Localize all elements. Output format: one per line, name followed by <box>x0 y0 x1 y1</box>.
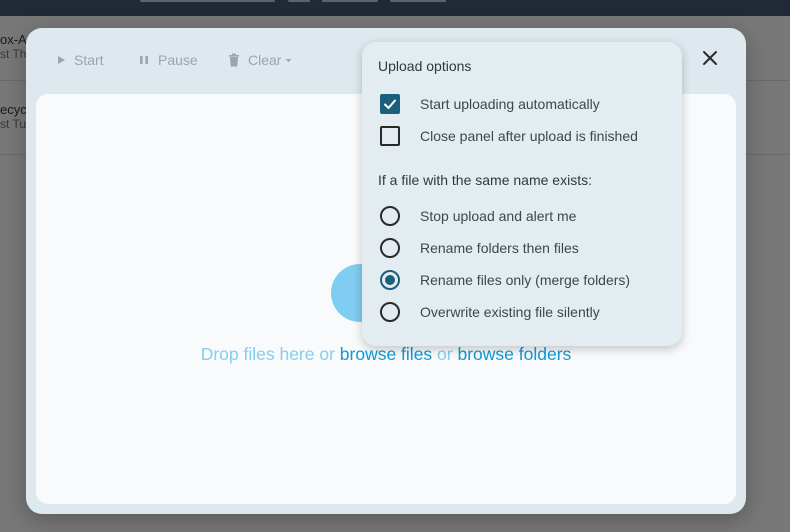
pause-button[interactable]: Pause <box>138 50 198 70</box>
trash-icon <box>228 53 240 67</box>
close-dialog-button[interactable] <box>700 50 720 70</box>
close-panel-label: Close panel after upload is finished <box>420 128 638 144</box>
rename-files-label: Rename files only (merge folders) <box>420 272 631 288</box>
drop-prefix: Drop files here or <box>200 344 340 364</box>
overwrite-option[interactable]: Overwrite existing file silently <box>380 302 600 322</box>
topbar-tab <box>140 0 275 2</box>
conflict-heading: If a file with the same name exists: <box>378 172 592 188</box>
close-panel-option[interactable]: Close panel after upload is finished <box>380 126 638 146</box>
options-title: Upload options <box>378 58 472 74</box>
topbar-tab <box>322 0 378 2</box>
start-button[interactable]: Start <box>56 50 104 70</box>
start-label: Start <box>74 52 104 68</box>
app-topbar <box>0 0 790 16</box>
browse-folders-link[interactable]: browse folders <box>457 344 571 364</box>
topbar-tab <box>288 0 310 2</box>
stop-upload-option[interactable]: Stop upload and alert me <box>380 206 576 226</box>
overwrite-label: Overwrite existing file silently <box>420 304 600 320</box>
topbar-tab <box>390 0 446 2</box>
stop-upload-radio[interactable] <box>380 206 400 226</box>
drop-middle: or <box>432 344 458 364</box>
rename-folders-radio[interactable] <box>380 238 400 258</box>
rename-folders-label: Rename folders then files <box>420 240 579 256</box>
pause-icon <box>138 54 150 66</box>
upload-options-popover: Upload options Start uploading automatic… <box>362 42 682 346</box>
close-panel-checkbox[interactable] <box>380 126 400 146</box>
caret-down-icon <box>285 58 292 63</box>
overwrite-radio[interactable] <box>380 302 400 322</box>
browse-files-link[interactable]: browse files <box>340 344 432 364</box>
rename-files-option[interactable]: Rename files only (merge folders) <box>380 270 630 290</box>
auto-start-checkbox[interactable] <box>380 94 400 114</box>
rename-files-radio[interactable] <box>380 270 400 290</box>
clear-label: Clear <box>248 52 282 68</box>
auto-start-option[interactable]: Start uploading automatically <box>380 94 600 114</box>
checkmark-icon <box>384 99 396 109</box>
clear-button[interactable]: Clear <box>228 50 292 70</box>
auto-start-label: Start uploading automatically <box>420 96 600 112</box>
rename-folders-option[interactable]: Rename folders then files <box>380 238 579 258</box>
stop-upload-label: Stop upload and alert me <box>420 208 577 224</box>
play-icon <box>56 55 66 65</box>
drop-instructions: Drop files here or browse files or brows… <box>36 344 736 365</box>
radio-selected-dot <box>385 275 395 285</box>
close-icon <box>702 50 718 71</box>
pause-label: Pause <box>158 52 198 68</box>
